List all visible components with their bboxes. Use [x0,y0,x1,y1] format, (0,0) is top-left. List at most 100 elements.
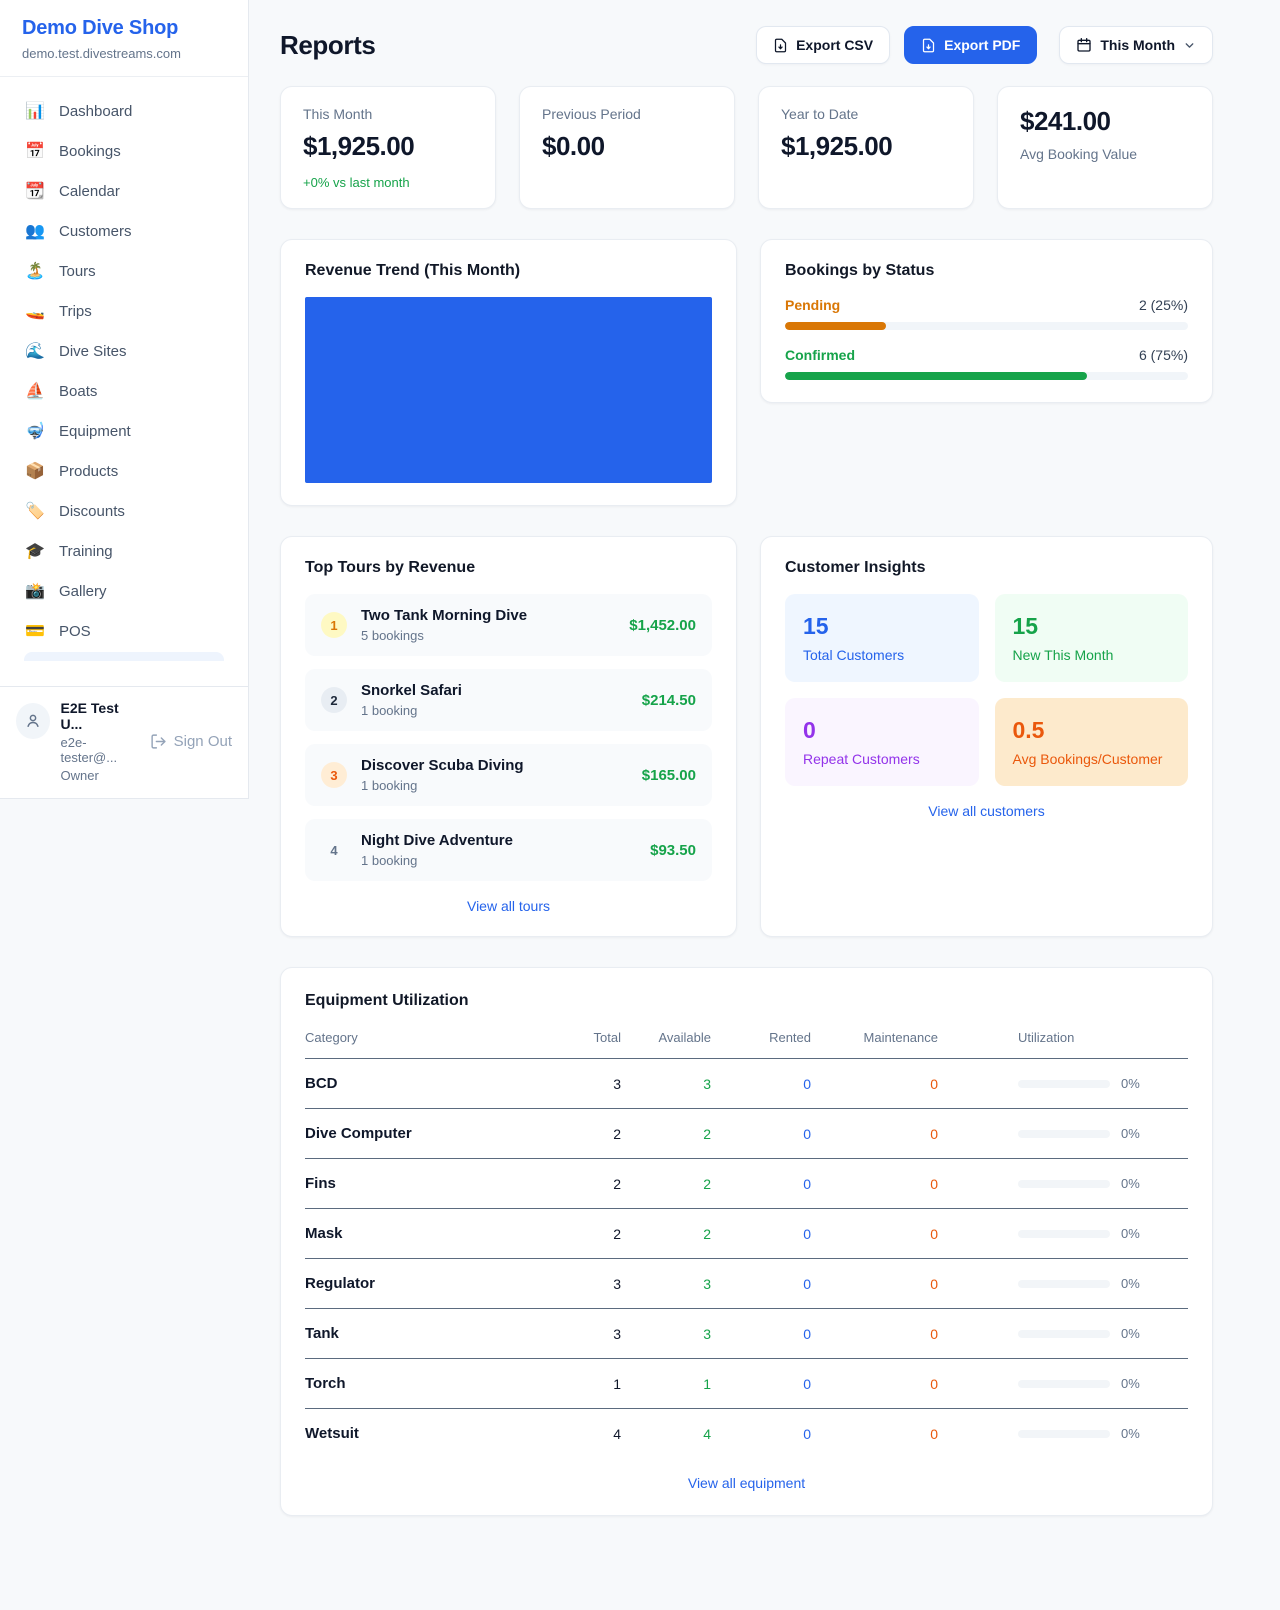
sidebar-item-dashboard[interactable]: 📊 Dashboard [12,91,236,131]
view-all-customers-link[interactable]: View all customers [785,803,1188,819]
cell-available: 3 [621,1309,711,1359]
sidebar-item-label: Products [59,463,118,480]
customer-insights-title: Customer Insights [785,559,1188,577]
tour-name: Night Dive Adventure [361,832,513,849]
cell-available: 2 [621,1159,711,1209]
stat-label: Avg Booking Value [1020,146,1190,162]
tile-value: 0.5 [1013,717,1171,744]
table-row: Wetsuit 4 4 0 0 0% [305,1409,1188,1459]
column-header-category: Category [305,1018,535,1059]
tour-name: Two Tank Morning Dive [361,607,527,624]
sidebar-item-label: Bookings [59,143,121,160]
tile-avg-bookings-per-customer: 0.5 Avg Bookings/Customer [995,698,1189,786]
sidebar-item-gallery[interactable]: 📸 Gallery [12,571,236,611]
chevron-down-icon [1183,39,1196,52]
table-row: Tank 3 3 0 0 0% [305,1309,1188,1359]
camera-icon: 📸 [25,581,45,601]
sidebar-item-trips[interactable]: 🚤 Trips [12,291,236,331]
tour-revenue: $214.50 [642,692,696,709]
revenue-trend-chart [305,297,712,483]
view-all-tours-link[interactable]: View all tours [305,898,712,914]
sidebar-item-label: Gallery [59,583,107,600]
page-title: Reports [280,30,375,61]
user-name: E2E Test U... [61,700,139,732]
sidebar-item-label: Boats [59,383,97,400]
progress-track [785,372,1188,380]
column-header-maintenance: Maintenance [811,1018,938,1059]
cell-category: Dive Computer [305,1109,535,1159]
cell-maintenance: 0 [811,1259,938,1309]
sidebar-item-calendar[interactable]: 📆 Calendar [12,171,236,211]
cell-utilization: 0% [938,1259,1188,1309]
credit-card-icon: 💳 [25,621,45,641]
tour-bookings: 1 booking [361,703,462,718]
sidebar-item-customers[interactable]: 👥 Customers [12,211,236,251]
cell-utilization: 0% [938,1309,1188,1359]
dive-mask-icon: 🤿 [25,421,45,441]
period-dropdown[interactable]: This Month [1059,26,1213,64]
sidebar-item-dive-sites[interactable]: 🌊 Dive Sites [12,331,236,371]
cell-maintenance: 0 [811,1409,938,1459]
sailboat-icon: ⛵ [25,381,45,401]
sidebar-item-label: Discounts [59,503,125,520]
cell-maintenance: 0 [811,1209,938,1259]
stat-card-previous-period: Previous Period $0.00 [519,86,735,209]
cell-category: Wetsuit [305,1409,535,1459]
sidebar-item-discounts[interactable]: 🏷️ Discounts [12,491,236,531]
tile-repeat-customers: 0 Repeat Customers [785,698,979,786]
tour-revenue: $1,452.00 [629,617,696,634]
stat-label: Previous Period [542,106,712,122]
insight-tiles: 15 Total Customers 15 New This Month 0 R… [785,594,1188,786]
sidebar-item-label: Customers [59,223,132,240]
progress-track [785,322,1188,330]
view-all-equipment-link[interactable]: View all equipment [305,1475,1188,1491]
shop-domain: demo.test.divestreams.com [22,46,226,61]
tile-label: Total Customers [803,647,961,663]
cell-rented: 0 [711,1259,811,1309]
cell-available: 2 [621,1109,711,1159]
cell-total: 3 [535,1059,621,1109]
cell-category: BCD [305,1059,535,1109]
tour-row[interactable]: 2 Snorkel Safari 1 booking $214.50 [305,669,712,731]
tour-row[interactable]: 4 Night Dive Adventure 1 booking $93.50 [305,819,712,881]
cell-total: 2 [535,1109,621,1159]
cell-rented: 0 [711,1359,811,1409]
stat-label: This Month [303,106,473,122]
equipment-table: Category Total Available Rented Maintena… [305,1018,1188,1458]
status-count-pending: 2 (25%) [1139,297,1188,313]
sidebar-item-pos[interactable]: 💳 POS [12,611,236,651]
cell-utilization: 0% [938,1209,1188,1259]
utilization-percent: 0% [1121,1126,1140,1141]
file-download-icon [773,38,788,53]
calendar-icon [1076,37,1092,53]
cell-maintenance: 0 [811,1059,938,1109]
package-icon: 📦 [25,461,45,481]
user-email: e2e-tester@... [61,735,139,765]
utilization-bar [1018,1430,1110,1438]
tile-value: 15 [1013,613,1171,640]
utilization-bar [1018,1080,1110,1088]
cell-available: 3 [621,1059,711,1109]
island-icon: 🏝️ [25,261,45,281]
sidebar-item-label: Equipment [59,423,131,440]
cell-category: Tank [305,1309,535,1359]
sign-out-button[interactable]: Sign Out [150,733,232,750]
tour-row[interactable]: 1 Two Tank Morning Dive 5 bookings $1,45… [305,594,712,656]
export-pdf-button[interactable]: Export PDF [904,26,1037,64]
tour-name: Discover Scuba Diving [361,757,524,774]
customer-insights-card: Customer Insights 15 Total Customers 15 … [760,536,1213,937]
sidebar-item-tours[interactable]: 🏝️ Tours [12,251,236,291]
shop-name: Demo Dive Shop [22,17,226,40]
sidebar-item-bookings[interactable]: 📅 Bookings [12,131,236,171]
bookings-by-status-card: Bookings by Status Pending 2 (25%) Confi… [760,239,1213,403]
sidebar-item-boats[interactable]: ⛵ Boats [12,371,236,411]
utilization-percent: 0% [1121,1376,1140,1391]
sidebar-item-products[interactable]: 📦 Products [12,451,236,491]
export-csv-button[interactable]: Export CSV [756,26,890,64]
cell-available: 1 [621,1359,711,1409]
tour-row[interactable]: 3 Discover Scuba Diving 1 booking $165.0… [305,744,712,806]
tag-icon: 🏷️ [25,501,45,521]
cell-maintenance: 0 [811,1359,938,1409]
sidebar-item-equipment[interactable]: 🤿 Equipment [12,411,236,451]
sidebar-item-training[interactable]: 🎓 Training [12,531,236,571]
